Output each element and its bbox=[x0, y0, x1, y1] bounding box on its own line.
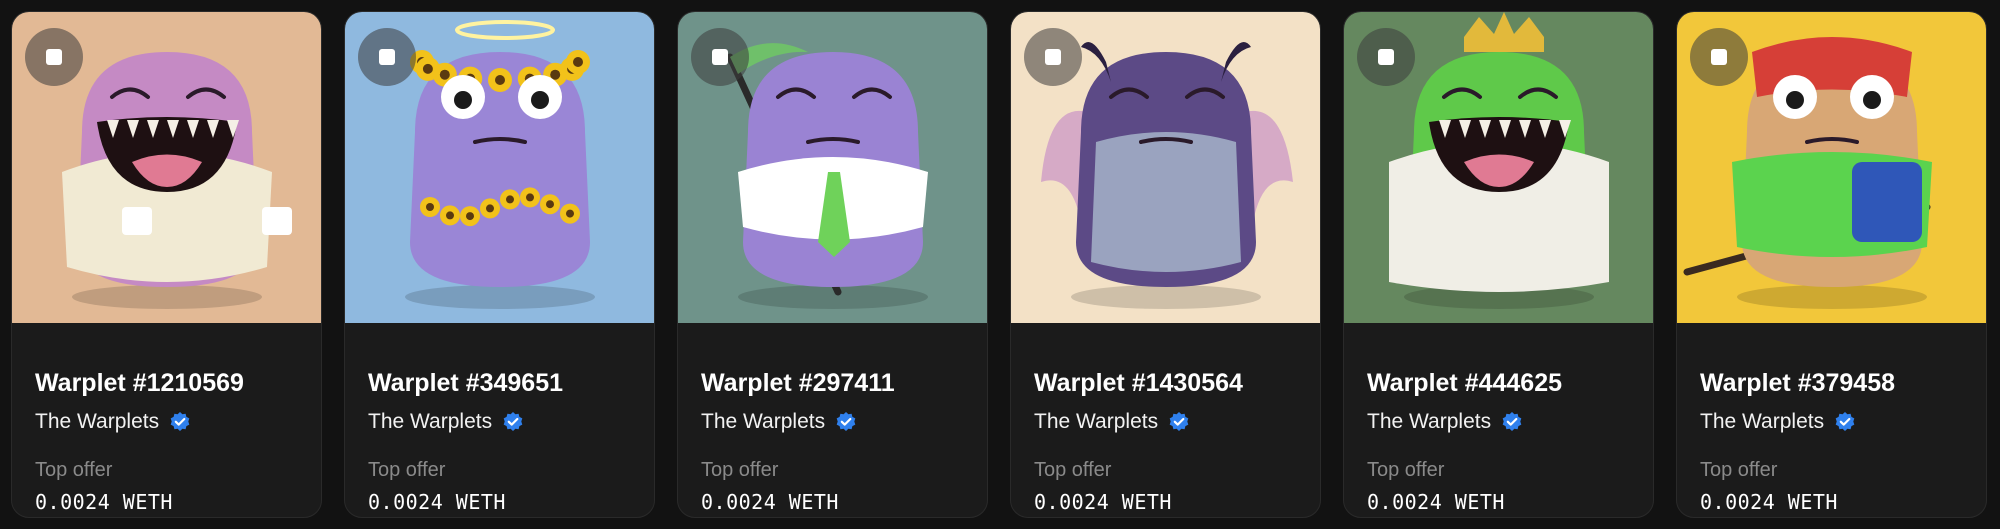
verified-badge-icon bbox=[1834, 411, 1856, 433]
nft-title[interactable]: Warplet #349651 bbox=[368, 369, 563, 398]
card-info: Warplet #379458 The Warplets Top offer 0… bbox=[1677, 323, 1986, 517]
verified-badge-icon bbox=[169, 411, 191, 433]
nft-title[interactable]: Warplet #1430564 bbox=[1034, 369, 1243, 398]
select-checkbox[interactable] bbox=[1024, 28, 1082, 86]
top-offer-value: 0.0024 WETH bbox=[701, 490, 839, 514]
top-offer-label: Top offer bbox=[701, 459, 779, 481]
collection-name[interactable]: The Warplets bbox=[1700, 410, 1856, 434]
nft-card[interactable]: Warplet #1430564 The Warplets Top offer … bbox=[1010, 11, 1321, 518]
card-info: Warplet #1430564 The Warplets Top offer … bbox=[1011, 323, 1320, 517]
top-offer-label: Top offer bbox=[35, 459, 113, 481]
collection-label: The Warplets bbox=[35, 410, 160, 433]
collection-name[interactable]: The Warplets bbox=[1367, 410, 1523, 434]
top-offer-value: 0.0024 WETH bbox=[1034, 490, 1172, 514]
top-offer-value: 0.0024 WETH bbox=[35, 490, 173, 514]
nft-title[interactable]: Warplet #1210569 bbox=[35, 369, 244, 398]
select-checkbox[interactable] bbox=[1357, 28, 1415, 86]
collection-name[interactable]: The Warplets bbox=[35, 410, 191, 434]
verified-badge-icon bbox=[1168, 411, 1190, 433]
nft-card[interactable]: Warplet #349651 The Warplets Top offer 0… bbox=[344, 11, 655, 518]
checkbox-icon bbox=[712, 49, 728, 65]
top-offer-label: Top offer bbox=[1700, 459, 1778, 481]
collection-label: The Warplets bbox=[368, 410, 493, 433]
select-checkbox[interactable] bbox=[358, 28, 416, 86]
nft-card[interactable]: Warplet #297411 The Warplets Top offer 0… bbox=[677, 11, 988, 518]
top-offer-value: 0.0024 WETH bbox=[368, 490, 506, 514]
top-offer-label: Top offer bbox=[1034, 459, 1112, 481]
collection-name[interactable]: The Warplets bbox=[1034, 410, 1190, 434]
checkbox-icon bbox=[379, 49, 395, 65]
nft-card[interactable]: Warplet #379458 The Warplets Top offer 0… bbox=[1676, 11, 1987, 518]
card-info: Warplet #1210569 The Warplets Top offer … bbox=[12, 323, 321, 517]
select-checkbox[interactable] bbox=[25, 28, 83, 86]
select-checkbox[interactable] bbox=[691, 28, 749, 86]
nft-card-grid: Warplet #1210569 The Warplets Top offer … bbox=[11, 11, 1987, 518]
collection-label: The Warplets bbox=[1367, 410, 1492, 433]
nft-title[interactable]: Warplet #379458 bbox=[1700, 369, 1895, 398]
verified-badge-icon bbox=[502, 411, 524, 433]
verified-badge-icon bbox=[1501, 411, 1523, 433]
checkbox-icon bbox=[1378, 49, 1394, 65]
top-offer-label: Top offer bbox=[368, 459, 446, 481]
top-offer-value: 0.0024 WETH bbox=[1700, 490, 1838, 514]
nft-card[interactable]: Warplet #444625 The Warplets Top offer 0… bbox=[1343, 11, 1654, 518]
nft-title[interactable]: Warplet #297411 bbox=[701, 369, 895, 398]
nft-card[interactable]: Warplet #1210569 The Warplets Top offer … bbox=[11, 11, 322, 518]
checkbox-icon bbox=[1711, 49, 1727, 65]
card-info: Warplet #297411 The Warplets Top offer 0… bbox=[678, 323, 987, 517]
top-offer-value: 0.0024 WETH bbox=[1367, 490, 1505, 514]
top-offer-label: Top offer bbox=[1367, 459, 1445, 481]
card-info: Warplet #444625 The Warplets Top offer 0… bbox=[1344, 323, 1653, 517]
collection-label: The Warplets bbox=[701, 410, 826, 433]
collection-name[interactable]: The Warplets bbox=[701, 410, 857, 434]
nft-title[interactable]: Warplet #444625 bbox=[1367, 369, 1562, 398]
select-checkbox[interactable] bbox=[1690, 28, 1748, 86]
collection-label: The Warplets bbox=[1700, 410, 1825, 433]
verified-badge-icon bbox=[835, 411, 857, 433]
collection-name[interactable]: The Warplets bbox=[368, 410, 524, 434]
card-info: Warplet #349651 The Warplets Top offer 0… bbox=[345, 323, 654, 517]
checkbox-icon bbox=[1045, 49, 1061, 65]
collection-label: The Warplets bbox=[1034, 410, 1159, 433]
checkbox-icon bbox=[46, 49, 62, 65]
